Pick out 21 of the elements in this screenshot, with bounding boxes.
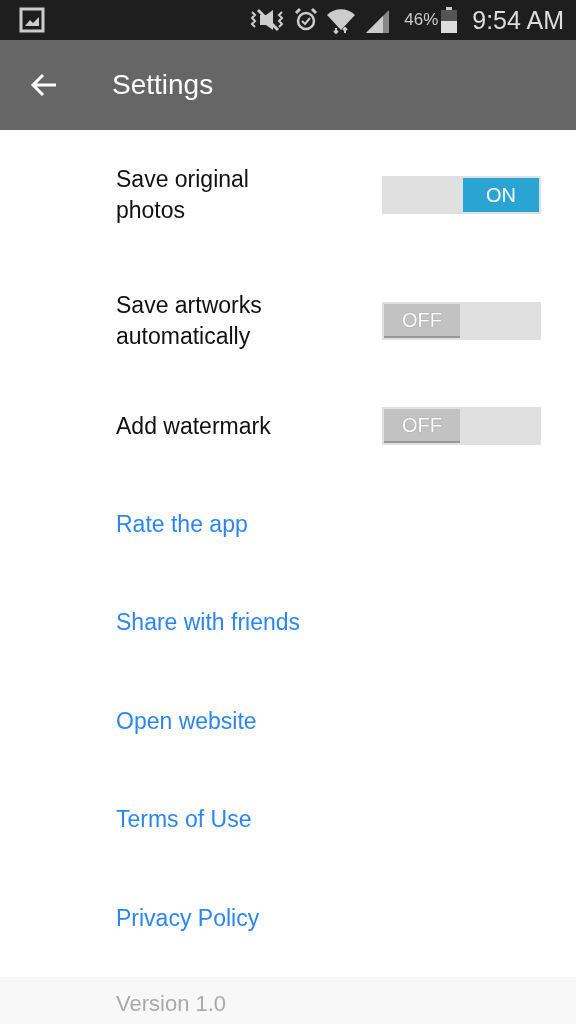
toggle-knob: OFF <box>384 304 460 338</box>
back-arrow-icon <box>30 72 58 98</box>
link[interactable]: Privacy Policy <box>116 869 260 968</box>
toggle-switch[interactable]: ON <box>382 176 541 214</box>
toggle-knob: OFF <box>384 409 460 443</box>
setting-label: Add watermark <box>116 411 272 441</box>
setting-label: Save artworks automatically <box>116 291 263 351</box>
wifi-icon <box>326 6 357 34</box>
battery-percentage: 46% <box>404 10 439 30</box>
link[interactable]: Share with friends <box>116 573 301 672</box>
picture-notification-icon <box>19 7 45 33</box>
version-text: Version 1.0 <box>116 993 228 1015</box>
link[interactable]: Open website <box>116 672 257 771</box>
alarm-icon <box>294 7 319 33</box>
link[interactable]: Rate the app <box>116 475 248 574</box>
clock-time: 9:54 AM <box>472 5 564 35</box>
setting-label: Save original photos <box>116 165 250 225</box>
link[interactable]: Terms of Use <box>116 770 252 869</box>
toggle-knob: ON <box>463 178 539 212</box>
battery-icon <box>440 6 459 34</box>
toolbar-title: Settings <box>112 69 214 101</box>
